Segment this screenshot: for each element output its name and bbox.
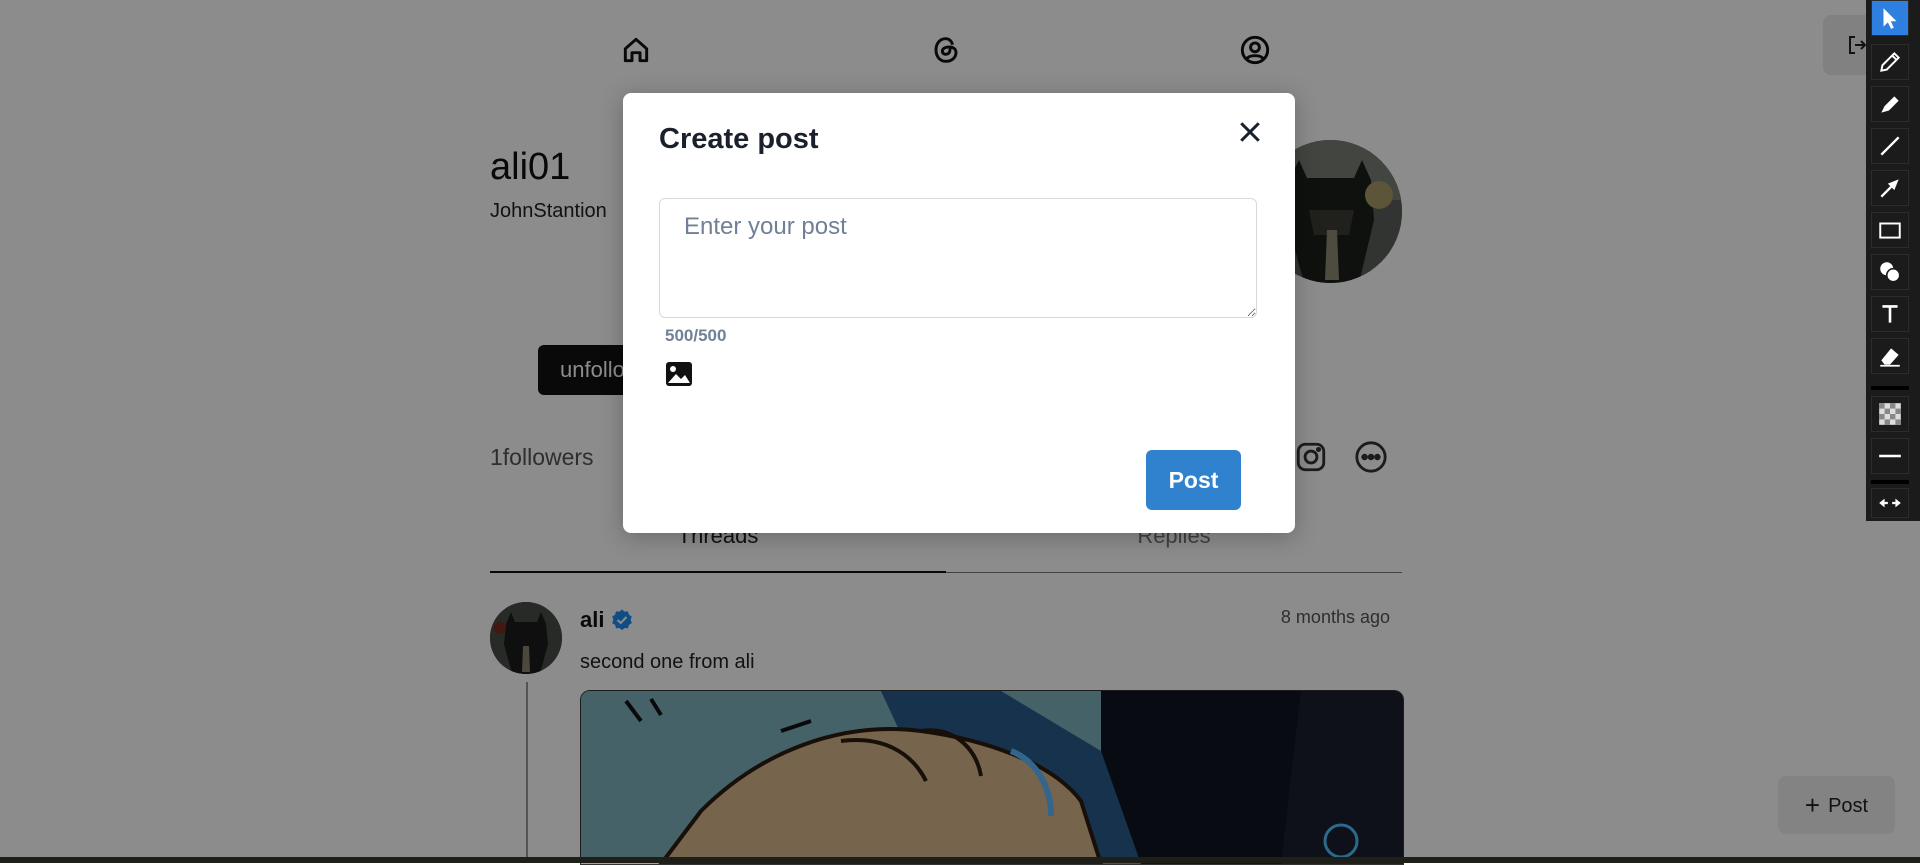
post-input[interactable] xyxy=(659,198,1257,318)
text-icon[interactable] xyxy=(1871,296,1909,332)
eraser-icon[interactable] xyxy=(1871,338,1909,374)
pen-icon[interactable] xyxy=(1871,44,1909,80)
close-icon[interactable] xyxy=(1235,117,1265,147)
swap-icon[interactable] xyxy=(1871,488,1909,518)
image-icon[interactable] xyxy=(665,361,693,387)
highlighter-icon[interactable] xyxy=(1871,86,1909,122)
create-post-modal: Create post 500/500 Post xyxy=(623,93,1295,533)
modal-title: Create post xyxy=(659,123,819,155)
toolbar-separator xyxy=(1871,480,1909,484)
counter-icon[interactable] xyxy=(1871,254,1909,290)
line-icon[interactable] xyxy=(1871,128,1909,164)
submit-post-button[interactable]: Post xyxy=(1146,450,1241,510)
pointer-icon[interactable] xyxy=(1871,0,1909,36)
arrow-icon[interactable] xyxy=(1871,170,1909,206)
opacity-icon[interactable] xyxy=(1871,396,1909,432)
char-count: 500/500 xyxy=(665,326,727,345)
toolbar-separator xyxy=(1871,386,1909,390)
rectangle-icon[interactable] xyxy=(1871,212,1909,248)
drawing-toolbar xyxy=(1866,0,1920,521)
stroke-width-icon[interactable] xyxy=(1871,438,1909,474)
